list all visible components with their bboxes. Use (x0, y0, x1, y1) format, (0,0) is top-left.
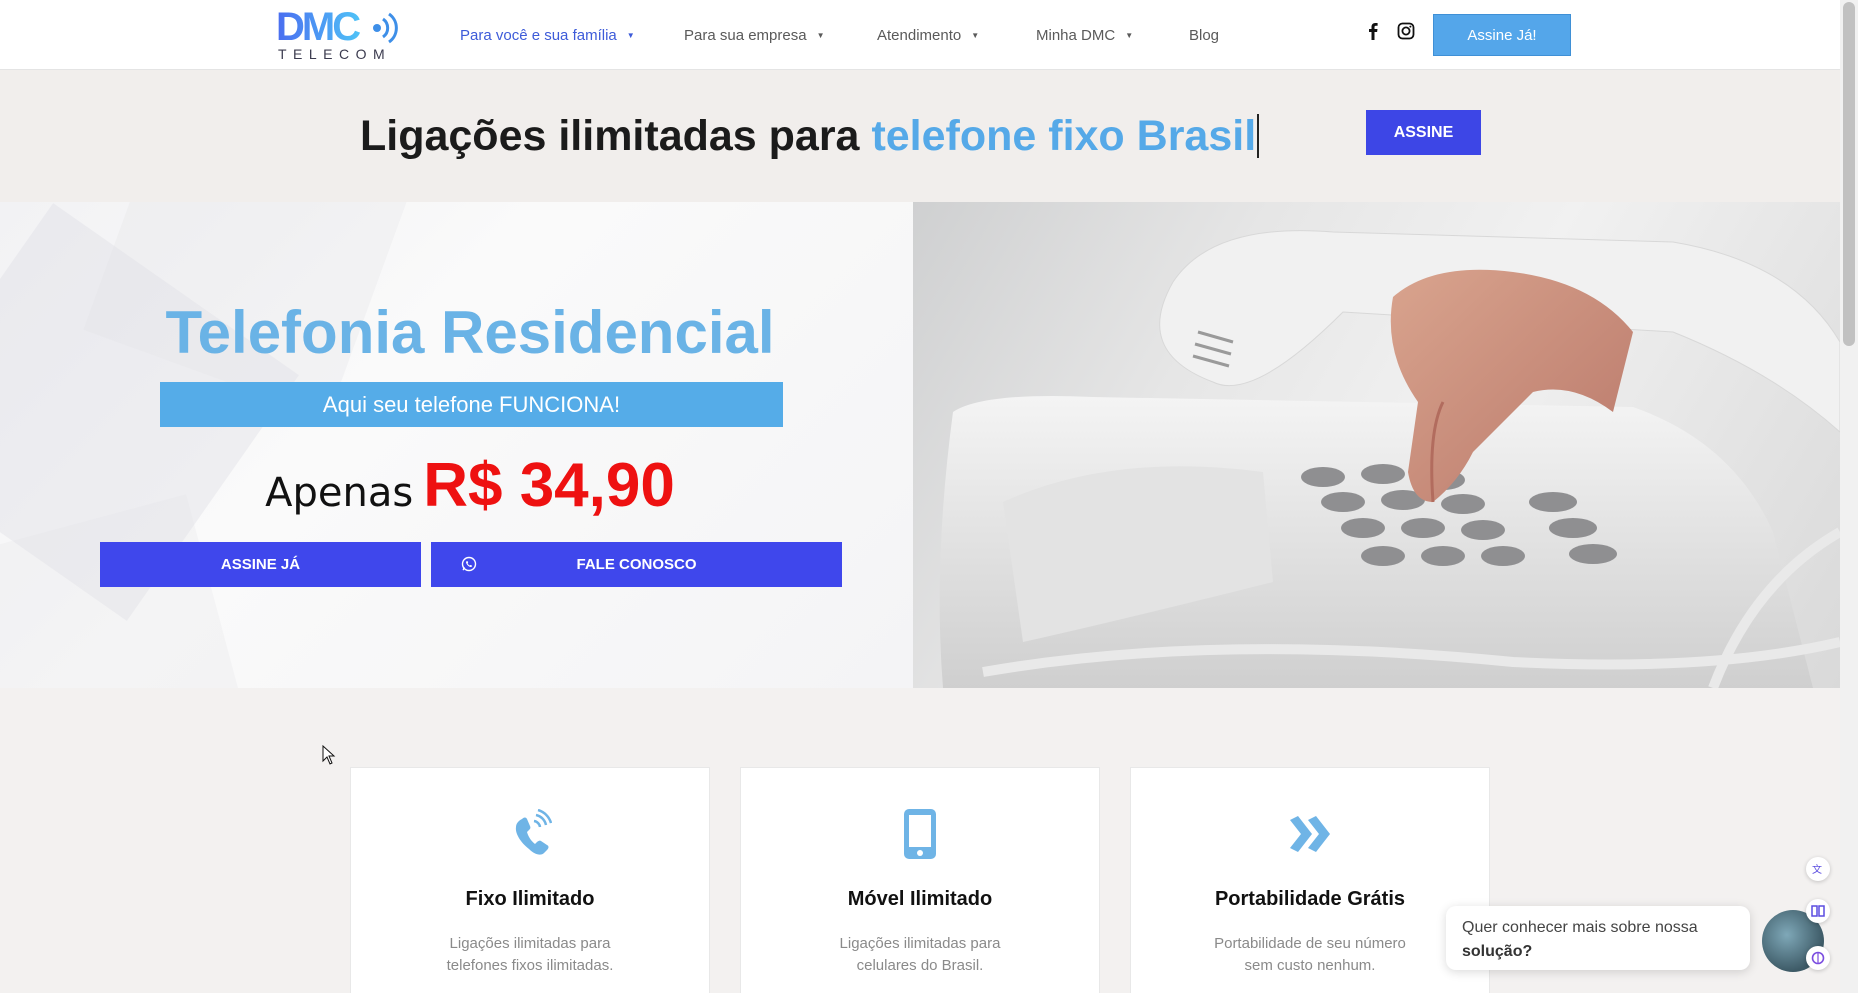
nav-label: Minha DMC (1036, 27, 1116, 44)
card-title: Móvel Ilimitado (847, 888, 993, 910)
chat-prompt-bubble[interactable]: Quer conhecer mais sobre nossa solução? (1446, 906, 1750, 970)
page-scrollbar[interactable] (1840, 0, 1858, 993)
nav-label: Blog (1189, 27, 1220, 44)
assine-ja-button[interactable]: ASSINE JÁ (100, 542, 421, 587)
mouse-cursor-icon (322, 745, 336, 765)
telephone-photo (939, 230, 1840, 688)
nav-minha-dmc[interactable]: Minha DMC ▼ (1036, 27, 1133, 44)
chat-text-bold: solução? (1462, 943, 1533, 960)
svg-text:DMC: DMC (276, 6, 360, 46)
hero-left-panel: Telefonia Residencial Aqui seu telefone … (0, 202, 913, 688)
feature-card-movel: Móvel Ilimitado Ligações ilimitadas para… (740, 767, 1100, 993)
banner-headline: Ligações ilimitadas para telefone fixo B… (360, 112, 1260, 161)
hero-section: Telefonia Residencial Aqui seu telefone … (0, 202, 1840, 688)
feature-card-portabilidade: Portabilidade Grátis Portabilidade de se… (1130, 767, 1490, 993)
promo-banner: Ligações ilimitadas para telefone fixo B… (0, 70, 1840, 202)
dmc-telecom-logo[interactable]: DMC TELECOM (276, 6, 398, 62)
fale-conosco-button[interactable]: FALE CONOSCO (431, 542, 842, 587)
caret-down-icon: ▼ (1125, 31, 1134, 40)
dmc-logo-mark: DMC (276, 6, 398, 46)
hero-phone-image (913, 202, 1840, 688)
hero-tagline: Aqui seu telefone FUNCIONA! (160, 382, 783, 427)
whatsapp-icon (461, 556, 477, 572)
book-icon[interactable] (1806, 899, 1830, 923)
nav-label: Para você e sua família (460, 27, 617, 44)
banner-text-prefix: Ligações ilimitadas para (360, 112, 872, 160)
banner-text-highlight: telefone fixo Brasil (871, 112, 1257, 160)
price-value: R$ 34,90 (423, 451, 675, 520)
double-chevron-icon (1131, 806, 1489, 862)
price-prefix: Apenas (265, 470, 414, 516)
chat-text: Quer conhecer mais sobre nossa (1462, 919, 1698, 936)
fale-conosco-label: FALE CONOSCO (576, 556, 697, 573)
svg-text:文: 文 (1812, 863, 1822, 876)
banner-assine-button[interactable]: ASSINE (1366, 110, 1481, 155)
nav-para-voce[interactable]: Para você e sua família ▼ (460, 27, 635, 44)
nav-blog[interactable]: Blog (1189, 27, 1219, 44)
caret-down-icon: ▼ (816, 31, 825, 40)
assine-ja-header-button[interactable]: Assine Já! (1433, 14, 1571, 56)
hero-title: Telefonia Residencial (165, 299, 775, 366)
site-header: DMC TELECOM Para você e sua família ▼ Par… (0, 0, 1840, 70)
feature-card-fixo: Fixo Ilimitado Ligações ilimitadas para … (350, 767, 710, 993)
scrollbar-thumb[interactable] (1843, 2, 1855, 346)
hero-price-line: Apenas R$ 34,90 (0, 450, 913, 521)
nav-label: Para sua empresa (684, 27, 807, 44)
nav-para-empresa[interactable]: Para sua empresa ▼ (684, 27, 825, 44)
logo-subtitle: TELECOM (278, 46, 392, 62)
caret-down-icon: ▼ (971, 31, 980, 40)
card-description: Portabilidade de seu número sem custo ne… (1214, 935, 1406, 974)
facebook-icon[interactable] (1362, 20, 1384, 42)
nav-label: Atendimento (877, 27, 962, 44)
brain-icon[interactable] (1806, 946, 1830, 970)
card-description: Ligações ilimitadas para telefones fixos… (446, 935, 614, 974)
card-description: Ligações ilimitadas para celulares do Br… (839, 935, 1001, 974)
card-title: Portabilidade Grátis (1214, 888, 1406, 910)
phone-ringing-icon (351, 806, 709, 862)
smartphone-icon (741, 806, 1099, 862)
card-title: Fixo Ilimitado (465, 888, 595, 910)
translate-icon[interactable]: 文 (1806, 857, 1830, 881)
instagram-icon[interactable] (1395, 20, 1417, 42)
caret-down-icon: ▼ (626, 31, 635, 40)
nav-atendimento[interactable]: Atendimento ▼ (877, 27, 979, 44)
typing-cursor (1257, 114, 1260, 158)
